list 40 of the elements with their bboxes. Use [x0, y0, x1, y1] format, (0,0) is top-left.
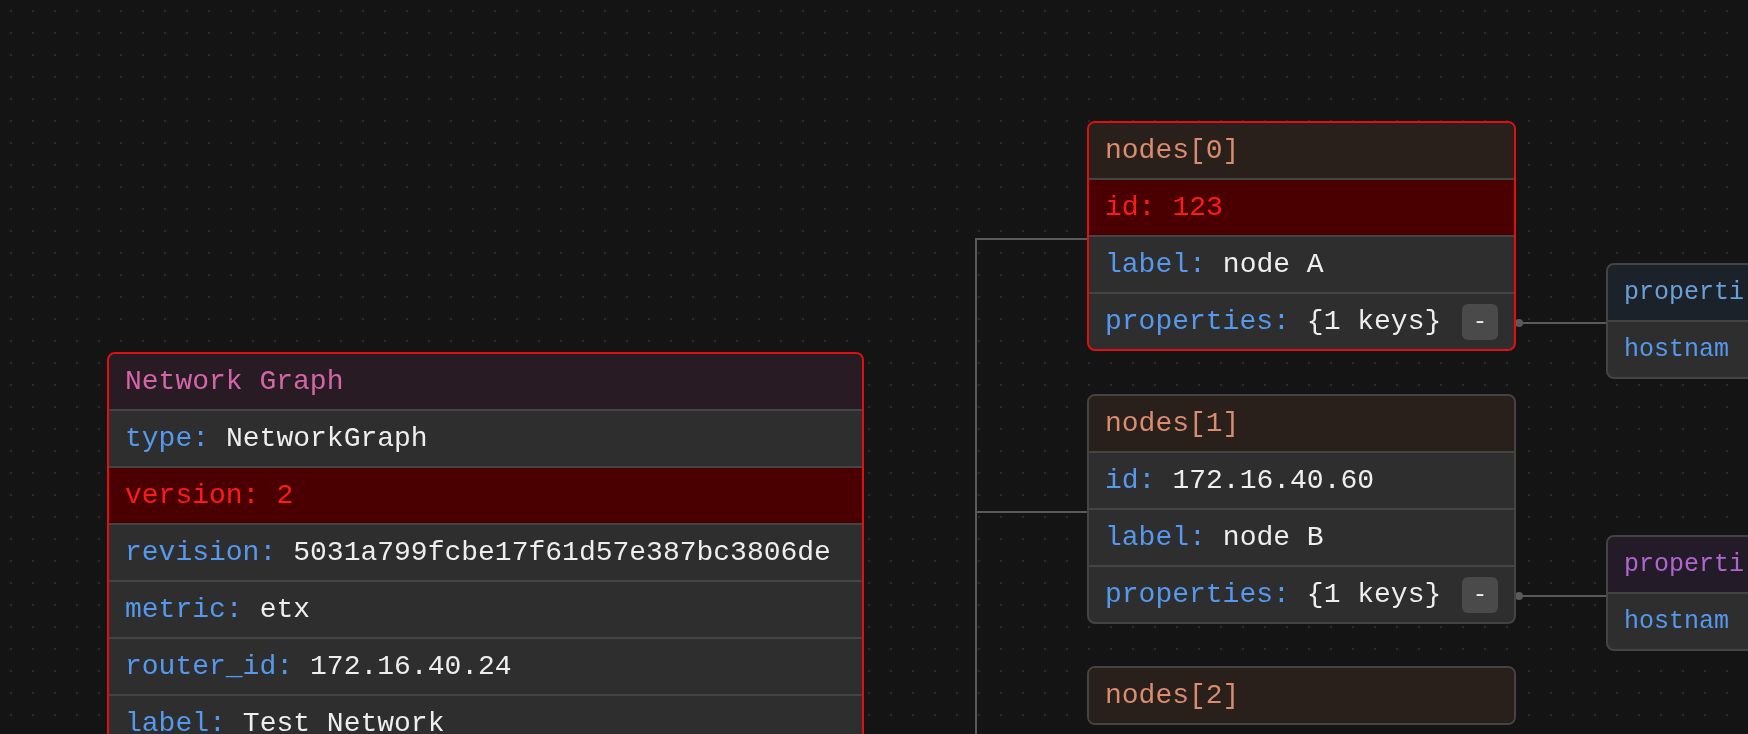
card-title: Network Graph: [125, 364, 344, 399]
field-key: id:: [1105, 459, 1156, 502]
field-key: hostnam: [1624, 330, 1730, 369]
field-value: etx: [259, 592, 311, 627]
field-value: node B: [1222, 520, 1324, 555]
field-key: properties:: [1105, 300, 1290, 343]
field-key: label:: [1105, 516, 1206, 559]
card-title: nodes[2]: [1105, 678, 1240, 713]
collapse-button[interactable]: -: [1462, 576, 1498, 613]
field-value: {1 keys}: [1306, 577, 1442, 612]
node-card[interactable]: nodes[0] id: 123 label: node A properties: {1 keys} -: [1087, 121, 1516, 351]
field-value: 172.16.40.60: [1172, 463, 1375, 498]
field-key: type:: [125, 417, 209, 460]
field-value: 123: [1172, 190, 1223, 225]
node-card[interactable]: properti hostnam: [1606, 263, 1748, 379]
field-key: id:: [1105, 186, 1156, 229]
card-title: nodes[1]: [1105, 406, 1240, 441]
field-key: router_id:: [125, 645, 294, 688]
field-value: 172.16.40.24: [310, 649, 512, 684]
collapse-button[interactable]: -: [1462, 303, 1498, 340]
field-value: Test Network: [242, 706, 445, 734]
field-key: properties:: [1105, 573, 1290, 616]
card-title: nodes[0]: [1105, 133, 1240, 168]
field-value: {1 keys}: [1306, 304, 1442, 339]
field-key: hostnam: [1624, 602, 1730, 641]
node-card[interactable]: nodes[2]: [1087, 666, 1516, 725]
card-title: properti: [1624, 276, 1745, 309]
node-card[interactable]: properti hostnam: [1606, 535, 1748, 651]
field-value: 5031a799fcbe17f61d57e387bc3806de: [293, 535, 831, 570]
node-card[interactable]: nodes[1] id: 172.16.40.60 label: node B properties: {1 keys} -: [1087, 394, 1516, 624]
card-title: properti: [1624, 548, 1745, 581]
field-key: label:: [125, 702, 226, 734]
field-key: revision:: [125, 531, 277, 574]
field-key: label:: [1105, 243, 1206, 286]
node-card[interactable]: Network Graph type: NetworkGraph version: 2 revision: 5031a799fcbe17f61d57e387bc3806de metric: etx router_id: 172.16.40.24 label: Test Network: [107, 352, 864, 734]
field-value: 2: [276, 478, 294, 513]
field-value: node A: [1222, 247, 1324, 282]
field-key: metric:: [125, 588, 243, 631]
field-key: version:: [125, 474, 260, 517]
field-value: NetworkGraph: [226, 421, 428, 456]
